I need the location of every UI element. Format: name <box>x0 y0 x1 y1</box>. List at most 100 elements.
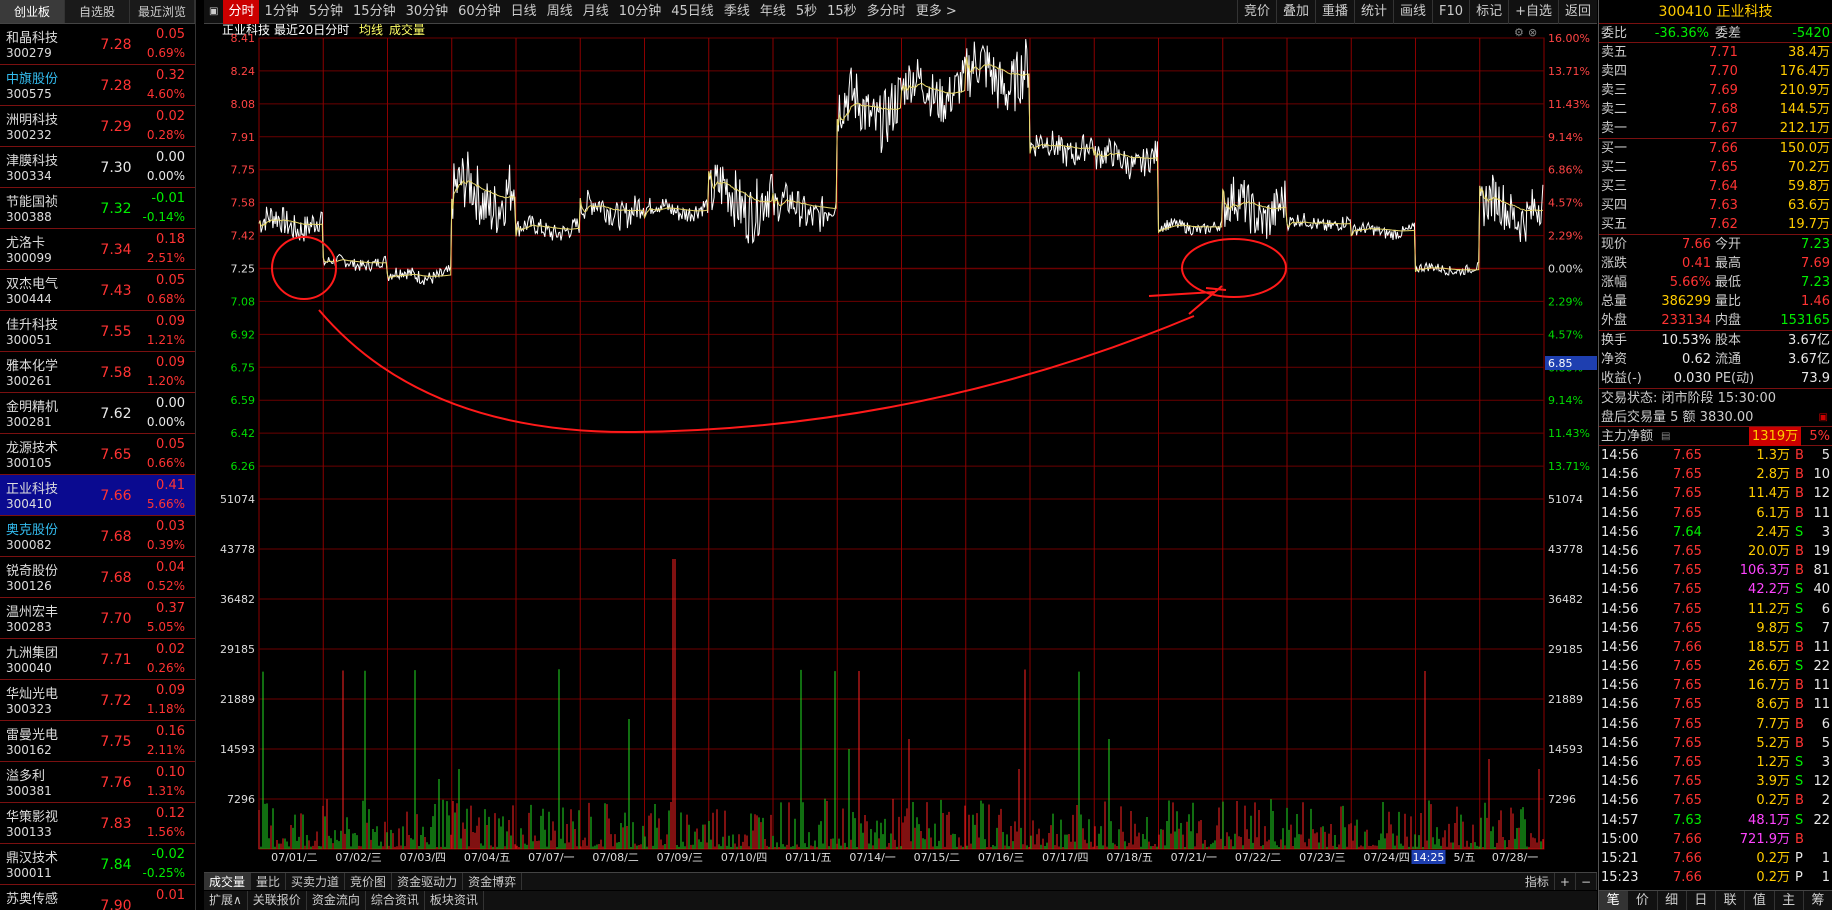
tab-chinext[interactable]: 创业板 <box>0 0 65 23</box>
toolbar-right-2[interactable]: 重播 <box>1314 0 1354 24</box>
stock-row[interactable]: 苏奥传感 7.90 0.01 <box>0 885 195 910</box>
plus-icon[interactable]: + <box>1555 873 1576 890</box>
fold-icon[interactable]: ▣ <box>204 0 223 24</box>
stock-row[interactable]: 正业科技 300410 7.66 0.41 5.66% <box>0 475 195 516</box>
period-5[interactable]: 60分钟 <box>453 0 506 24</box>
indicator-tab-4[interactable]: 资金驱动力 <box>392 873 464 890</box>
indicator-tab-1[interactable]: 量比 <box>251 873 287 890</box>
indicator-tab-0[interactable]: 成交量 <box>204 873 252 890</box>
stock-row[interactable]: 温州宏丰 300283 7.70 0.37 5.05% <box>0 598 195 639</box>
stock-row[interactable]: 九洲集团 300040 7.71 0.02 0.26% <box>0 639 195 680</box>
stat-label: 现价 <box>1601 237 1628 252</box>
period-2[interactable]: 5分钟 <box>304 0 348 24</box>
right-tab-7[interactable]: 筹 <box>1804 891 1832 910</box>
period-16[interactable]: 更多 > <box>911 0 962 24</box>
period-11[interactable]: 季线 <box>719 0 755 24</box>
period-12[interactable]: 年线 <box>755 0 791 24</box>
toolbar-right-3[interactable]: 统计 <box>1354 0 1393 24</box>
trade-count: 81 <box>1813 563 1830 579</box>
stock-row[interactable]: 奥克股份 300082 7.68 0.03 0.39% <box>0 516 195 557</box>
toolbar-right-0[interactable]: 竞价 <box>1236 0 1276 24</box>
stock-row[interactable]: 雅本化学 300261 7.58 0.09 1.20% <box>0 352 195 393</box>
period-9[interactable]: 10分钟 <box>614 0 667 24</box>
stock-row[interactable]: 中旗股份 300575 7.28 0.32 4.60% <box>0 65 195 106</box>
period-15[interactable]: 多分时 <box>862 0 911 24</box>
indicator-tab-2[interactable]: 买卖力道 <box>286 873 346 890</box>
stock-row[interactable]: 雷曼光电 300162 7.75 0.16 2.11% <box>0 721 195 762</box>
indicator-tab-5[interactable]: 资金博弈 <box>463 873 523 890</box>
toolbar-right-8[interactable]: 返回 <box>1557 0 1597 24</box>
stock-row[interactable]: 尤洛卡 300099 7.34 0.18 2.51% <box>0 229 195 270</box>
right-tab-2[interactable]: 细 <box>1658 891 1687 910</box>
trade-volume: 42.2万 <box>1748 582 1790 598</box>
date-label: 07/10/四 <box>721 851 767 864</box>
right-tab-3[interactable]: 日 <box>1687 891 1716 910</box>
stock-row[interactable]: 锐奇股份 300126 7.68 0.04 0.52% <box>0 557 195 598</box>
period-13[interactable]: 5秒 <box>791 0 822 24</box>
stock-row[interactable]: 双杰电气 300444 7.43 0.05 0.68% <box>0 270 195 311</box>
stock-name: 溢多利 <box>6 769 46 784</box>
right-tab-5[interactable]: 值 <box>1745 891 1775 910</box>
period-14[interactable]: 15秒 <box>822 0 862 24</box>
period-1[interactable]: 1分钟 <box>259 0 303 24</box>
period-6[interactable]: 日线 <box>506 0 542 24</box>
tab-recent[interactable]: 最近浏览 <box>130 0 195 23</box>
stock-price: 7.83 <box>100 816 132 832</box>
toolbar-right-7[interactable]: +自选 <box>1508 0 1558 24</box>
trade-volume: 8.6万 <box>1756 697 1790 713</box>
stat-label: 最低 <box>1715 275 1742 290</box>
period-8[interactable]: 月线 <box>578 0 614 24</box>
stock-pct: 2.11% <box>146 743 185 757</box>
period-10[interactable]: 45日线 <box>666 0 719 24</box>
toolbar-right-6[interactable]: 标记 <box>1469 0 1508 24</box>
info-tab-4[interactable]: 板块资讯 <box>425 891 484 910</box>
right-tab-6[interactable]: 主 <box>1775 891 1804 910</box>
stock-price: 7.70 <box>100 611 132 627</box>
bid-label: 买四 <box>1601 198 1628 213</box>
stock-row[interactable]: 津膜科技 300334 7.30 0.00 0.00% <box>0 147 195 188</box>
trade-time: 14:56 <box>1601 543 1639 559</box>
tab-watchlist[interactable]: 自选股 <box>65 0 130 23</box>
stock-row[interactable]: 鼎汉技术 300011 7.84 -0.02 -0.25% <box>0 844 195 885</box>
period-3[interactable]: 15分钟 <box>348 0 401 24</box>
expand-icon[interactable]: ▣ <box>1819 408 1828 427</box>
period-4[interactable]: 30分钟 <box>401 0 454 24</box>
info-tab-0[interactable]: 扩展∧ <box>204 891 248 910</box>
intraday-chart[interactable]: 正业科技 最近20日分时 均线 成交量 ⚙ ⊗8.41 16.00%8.24 13.71%8.… <box>204 24 1597 872</box>
info-icon[interactable]: ▤ <box>1661 427 1670 446</box>
minus-icon[interactable]: − <box>1576 873 1597 890</box>
stock-price: 7.65 <box>100 447 132 463</box>
trade-side: P <box>1795 850 1803 866</box>
right-tab-0[interactable]: 笔 <box>1599 891 1629 910</box>
stock-row[interactable]: 华灿光电 300323 7.72 0.09 1.18% <box>0 680 195 721</box>
trade-side: B <box>1795 505 1804 521</box>
stock-row[interactable]: 金明精机 300281 7.62 0.00 0.00% <box>0 393 195 434</box>
stock-row[interactable]: 龙源技术 300105 7.65 0.05 0.66% <box>0 434 195 475</box>
date-label: 07/23/三 <box>1299 851 1345 864</box>
info-tab-3[interactable]: 综合资讯 <box>366 891 425 910</box>
indicator-tab-3[interactable]: 竞价图 <box>345 873 393 890</box>
period-0[interactable]: 分时 <box>223 0 260 24</box>
trade-row: 14:56 7.65 8.6万 B 11 <box>1599 695 1832 714</box>
indicator-button[interactable]: 指标 <box>1520 873 1555 890</box>
stock-row[interactable]: 华策影视 300133 7.83 0.12 1.56% <box>0 803 195 844</box>
trade-row: 14:56 7.65 9.8万 S 7 <box>1599 619 1832 638</box>
right-tab-1[interactable]: 价 <box>1628 891 1658 910</box>
stock-change: 0.37 <box>156 601 185 616</box>
stock-pct: 5.05% <box>146 620 185 634</box>
toolbar-right-5[interactable]: F10 <box>1432 0 1469 24</box>
stat-label: PE(动) <box>1715 371 1755 386</box>
info-tab-1[interactable]: 关联报价 <box>248 891 307 910</box>
stock-row[interactable]: 节能国祯 300388 7.32 -0.01 -0.14% <box>0 188 195 229</box>
stock-row[interactable]: 溢多利 300381 7.76 0.10 1.31% <box>0 762 195 803</box>
period-7[interactable]: 周线 <box>542 0 578 24</box>
stock-row[interactable]: 佳升科技 300051 7.55 0.09 1.21% <box>0 311 195 352</box>
stock-row[interactable]: 洲明科技 300232 7.29 0.02 0.28% <box>0 106 195 147</box>
toolbar-right-4[interactable]: 画线 <box>1393 0 1432 24</box>
trade-volume: 6.1万 <box>1756 505 1790 521</box>
info-tab-2[interactable]: 资金流向 <box>307 891 366 910</box>
stock-name: 温州宏丰 <box>6 605 59 620</box>
stock-row[interactable]: 和晶科技 300279 7.28 0.05 0.69% <box>0 24 195 65</box>
toolbar-right-1[interactable]: 叠加 <box>1275 0 1315 24</box>
right-tab-4[interactable]: 联 <box>1716 891 1746 910</box>
